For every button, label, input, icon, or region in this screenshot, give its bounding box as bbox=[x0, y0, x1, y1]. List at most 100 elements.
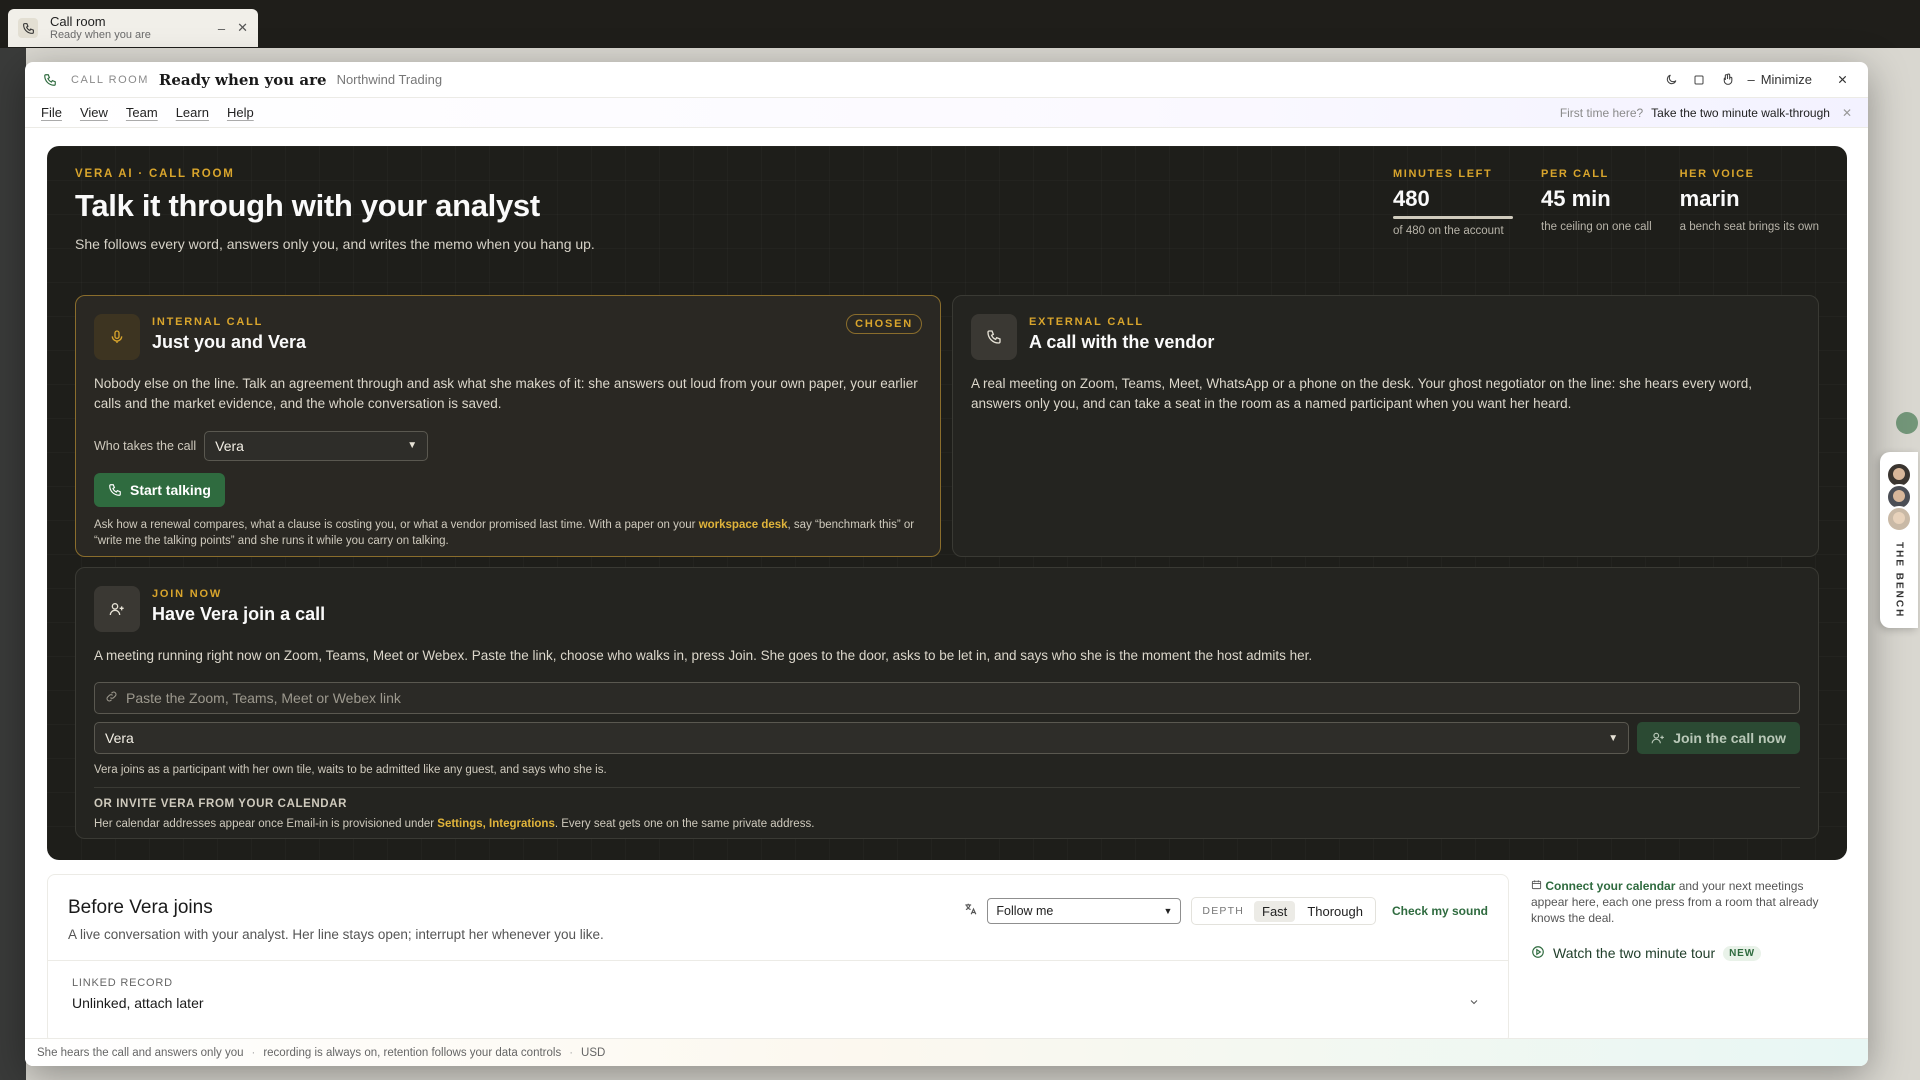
internal-who-select[interactable]: Vera ▼ bbox=[204, 430, 429, 461]
titlebar-title: Ready when you are bbox=[158, 70, 327, 89]
external-body: A real meeting on Zoom, Teams, Meet, Wha… bbox=[971, 376, 1752, 412]
stat-her-voice: HER VOICE marin a bench seat brings its … bbox=[1680, 168, 1819, 237]
external-kicker: EXTERNAL CALL bbox=[1029, 316, 1144, 328]
taskbar-close-icon[interactable]: ✕ bbox=[237, 20, 248, 36]
taskbar-subtitle: Ready when you are bbox=[50, 29, 151, 42]
menu-file[interactable]: File bbox=[41, 105, 62, 120]
stat-note: a bench seat brings its own bbox=[1679, 221, 1819, 233]
internal-body: Nobody else on the line. Talk an agreeme… bbox=[94, 376, 918, 412]
titlebar-kicker: CALL ROOM bbox=[71, 73, 149, 86]
phone-icon bbox=[109, 483, 121, 496]
external-title: A call with the vendor bbox=[1029, 332, 1215, 352]
first-time-label: First time here? bbox=[1559, 105, 1644, 120]
meeting-link-input[interactable]: Paste the Zoom, Teams, Meet or Webex lin… bbox=[94, 682, 1800, 715]
start-talking-label: Start talking bbox=[130, 481, 211, 498]
depth-thorough[interactable]: Thorough bbox=[1299, 901, 1371, 922]
connect-calendar-link[interactable]: Connect your calendar bbox=[1545, 879, 1675, 893]
chevron-down-icon: ▼ bbox=[1608, 732, 1619, 744]
internal-kicker: INTERNAL CALL bbox=[152, 316, 264, 328]
moon-icon[interactable] bbox=[1657, 66, 1685, 94]
stat-value: 480 bbox=[1393, 186, 1430, 211]
menu-help[interactable]: Help bbox=[227, 105, 254, 120]
depth-label: DEPTH bbox=[1202, 905, 1245, 917]
calendar-icon bbox=[1531, 879, 1545, 893]
titlebar-org: Northwind Trading bbox=[336, 72, 443, 87]
stat-minutes-left: MINUTES LEFT 480 of 480 on the account bbox=[1393, 168, 1514, 237]
menu-team[interactable]: Team bbox=[126, 105, 158, 120]
before-vera-joins-panel: Before Vera joins A live conversation wi… bbox=[47, 874, 1509, 1044]
join-title: Have Vera join a call bbox=[152, 604, 326, 624]
bench-label: THE BENCH bbox=[1893, 542, 1905, 619]
workspace-desk-link[interactable]: workspace desk bbox=[699, 519, 788, 531]
microphone-icon bbox=[94, 314, 140, 360]
user-plus-icon bbox=[94, 586, 140, 632]
taskbar-title: Call room bbox=[50, 13, 106, 29]
connect-calendar-text: Connect your calendar and your next meet… bbox=[1531, 878, 1829, 927]
phone-icon bbox=[39, 69, 61, 91]
depth-toggle: DEPTH Fast Thorough bbox=[1191, 897, 1376, 925]
menu-view[interactable]: View bbox=[80, 105, 108, 120]
translate-icon bbox=[963, 902, 977, 921]
linked-record-value: Unlinked, attach later bbox=[72, 995, 204, 1011]
calendar-note: Her calendar addresses appear once Email… bbox=[94, 816, 1800, 833]
hero-panel: VERA AI · CALL ROOM Talk it through with… bbox=[47, 146, 1847, 860]
join-call-label: Join the call now bbox=[1673, 730, 1786, 747]
minutes-progress-fill bbox=[1393, 216, 1514, 219]
play-circle-icon bbox=[1531, 945, 1545, 962]
stat-per-call: PER CALL 45 min the ceiling on one call bbox=[1541, 168, 1652, 237]
maximize-icon[interactable] bbox=[1685, 66, 1713, 94]
calendar-invite-heading: OR INVITE VERA FROM YOUR CALENDAR bbox=[94, 797, 348, 810]
start-talking-button[interactable]: Start talking bbox=[94, 472, 225, 507]
before-subtitle: A live conversation with your analyst. H… bbox=[68, 927, 604, 942]
stat-label: HER VOICE bbox=[1679, 168, 1755, 180]
stat-value: 45 min bbox=[1541, 186, 1611, 211]
join-who-value: Vera bbox=[105, 730, 134, 747]
minimize-button[interactable]: – Minimize bbox=[1747, 72, 1812, 87]
phone-icon bbox=[18, 18, 38, 38]
language-select[interactable]: Follow me ▼ bbox=[987, 898, 1182, 924]
phone-icon bbox=[971, 314, 1017, 360]
walkthrough-link[interactable]: Take the two minute walk-through bbox=[1651, 106, 1830, 120]
linked-record-label: LINKED RECORD bbox=[72, 977, 173, 989]
join-note: Vera joins as a participant with her own… bbox=[94, 764, 607, 777]
internal-note: Ask how a renewal compares, what a claus… bbox=[94, 517, 922, 550]
chevron-down-icon: ▼ bbox=[1163, 906, 1173, 916]
depth-fast[interactable]: Fast bbox=[1254, 900, 1296, 922]
avatar[interactable] bbox=[1886, 506, 1912, 532]
menu-learn[interactable]: Learn bbox=[176, 105, 209, 120]
minus-icon: – bbox=[1747, 72, 1755, 87]
call-room-window: CALL ROOM Ready when you are Northwind T… bbox=[25, 62, 1868, 1066]
stat-value: marin bbox=[1679, 186, 1740, 211]
stat-note: the ceiling on one call bbox=[1541, 221, 1652, 233]
taskbar-minimize-icon[interactable]: – bbox=[218, 21, 225, 36]
language-value: Follow me bbox=[996, 904, 1054, 918]
join-who-select[interactable]: Vera ▼ bbox=[94, 722, 1630, 755]
background-sidebar bbox=[0, 48, 26, 1080]
taskbar-window-tab[interactable]: Call room Ready when you are – ✕ bbox=[8, 9, 258, 47]
status-listening: She hears the call and answers only you bbox=[37, 1046, 244, 1059]
status-currency: USD bbox=[581, 1046, 606, 1059]
internal-note-pre: Ask how a renewal compares, what a claus… bbox=[94, 518, 699, 531]
calendar-note-pre: Her calendar addresses appear once Email… bbox=[94, 817, 438, 830]
close-icon[interactable] bbox=[1830, 74, 1854, 85]
user-plus-icon bbox=[1651, 733, 1665, 744]
settings-integrations-link[interactable]: Settings, Integrations bbox=[437, 818, 555, 830]
join-body: A meeting running right now on Zoom, Tea… bbox=[94, 648, 1313, 663]
external-call-card[interactable]: EXTERNAL CALL A call with the vendor A r… bbox=[952, 295, 1819, 557]
hand-icon[interactable] bbox=[1713, 66, 1741, 94]
internal-call-card[interactable]: CHOSEN INTERNAL CALL Just you and Vera N… bbox=[75, 295, 941, 557]
minutes-progress-bar bbox=[1393, 216, 1514, 219]
bench-drawer[interactable]: THE BENCH bbox=[1880, 452, 1918, 628]
chevron-down-icon bbox=[1468, 995, 1480, 1011]
calendar-note-post: . Every seat gets one on the same privat… bbox=[554, 817, 815, 830]
check-sound-button[interactable]: Check my sound bbox=[1392, 904, 1488, 918]
minimize-label: Minimize bbox=[1760, 72, 1812, 87]
linked-record-select[interactable]: Unlinked, attach later bbox=[72, 995, 1488, 1011]
tour-link[interactable]: Watch the two minute tour NEW bbox=[1531, 945, 1829, 962]
chosen-badge: CHOSEN bbox=[846, 314, 922, 334]
internal-title: Just you and Vera bbox=[152, 332, 307, 352]
dismiss-walkthrough-icon[interactable]: ✕ bbox=[1842, 106, 1852, 120]
divider bbox=[94, 786, 1800, 788]
join-call-button[interactable]: Join the call now bbox=[1637, 722, 1800, 755]
status-bar: She hears the call and answers only you … bbox=[25, 1038, 1868, 1066]
